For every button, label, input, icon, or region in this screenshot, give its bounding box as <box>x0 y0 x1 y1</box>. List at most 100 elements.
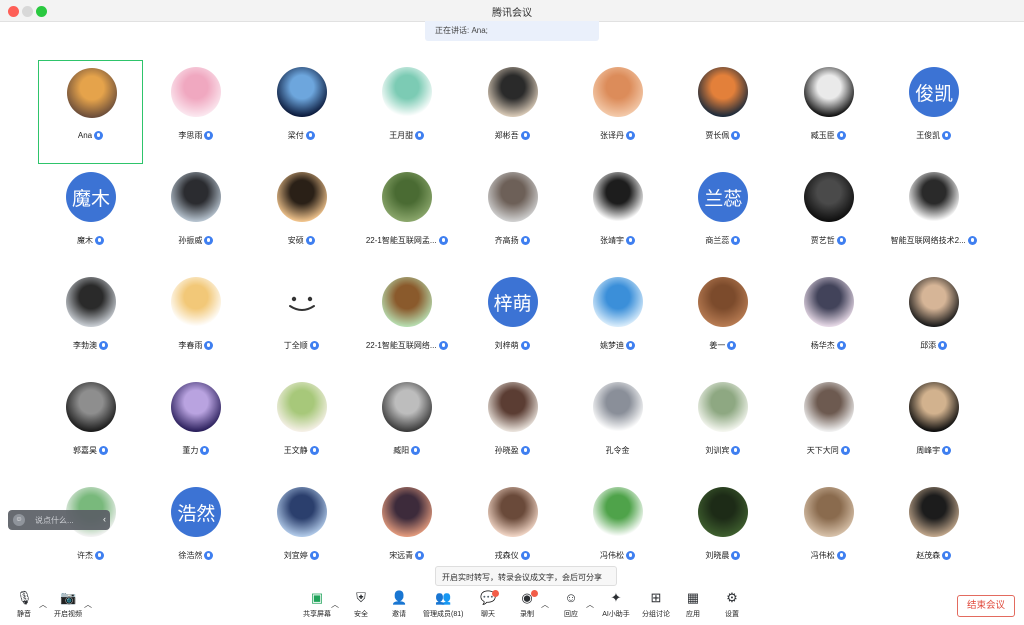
participant-avatar <box>487 172 538 222</box>
participant-name: 丁全顺 <box>283 341 308 350</box>
participant-tile[interactable]: 董力 <box>143 375 248 479</box>
manage-members-button[interactable]: 👥 管理成员(81) <box>423 590 463 619</box>
participant-name-line: 徐浩然 <box>143 550 248 561</box>
participant-tile[interactable]: Ana <box>38 60 143 164</box>
end-meeting-button[interactable]: 结束会议 <box>957 595 1015 617</box>
participant-name-line: 臧阳 <box>354 445 459 456</box>
record-options-chevron-icon[interactable]: ︿ <box>541 599 549 610</box>
mic-status-icon <box>99 341 108 350</box>
participant-avatar <box>382 277 433 327</box>
participant-avatar <box>593 487 643 537</box>
participant-avatar <box>803 67 854 117</box>
participant-tile[interactable]: 刘晓晨 <box>670 480 775 584</box>
security-button[interactable]: ⛨ 安全 <box>341 590 381 619</box>
participant-tile[interactable]: 王文静 <box>249 375 354 479</box>
participant-tile[interactable]: 姜一 <box>670 270 775 374</box>
video-options-chevron-icon[interactable]: ︿ <box>84 599 92 610</box>
participant-name: 周峰宇 <box>916 446 941 455</box>
share-options-chevron-icon[interactable]: ︿ <box>331 599 339 610</box>
invite-user-icon: 👤 <box>391 590 408 605</box>
participant-tile[interactable]: 孙振威 <box>143 165 248 269</box>
participant-name: 李思雨 <box>178 131 203 140</box>
participant-tile[interactable]: 丁全顺 <box>249 270 354 374</box>
participant-avatar <box>276 487 327 537</box>
participant-name: 贾长佩 <box>705 131 730 140</box>
participant-tile[interactable]: 俊凯 王俊凯 <box>881 60 986 164</box>
participant-name-line: 齐高扬 <box>460 235 565 246</box>
participant-name: 刘晓晨 <box>705 551 730 560</box>
mute-options-chevron-icon[interactable]: ︿ <box>39 599 47 610</box>
participant-name-line: 安硕 <box>249 235 354 246</box>
react-options-chevron-icon[interactable]: ︿ <box>586 599 594 610</box>
participant-tile[interactable]: 22-1智能互联网络... <box>354 270 459 374</box>
chat-button[interactable]: 💬 聊天 <box>468 590 508 619</box>
record-badge <box>531 590 538 597</box>
participant-tile[interactable]: 邱添 <box>881 270 986 374</box>
participant-name: 王月甜 <box>389 131 414 140</box>
settings-button[interactable]: ⚙ 设置 <box>712 590 752 619</box>
participant-tile[interactable]: 孙晓盈 <box>460 375 565 479</box>
participant-tile[interactable]: 姚梦迪 <box>565 270 670 374</box>
participant-name-line: 宋远青 <box>354 550 459 561</box>
participant-tile[interactable]: 梓萌 刘梓萌 <box>460 270 565 374</box>
mute-button[interactable]: 🎙 静音 <box>4 590 44 619</box>
participant-name-line: 王俊凯 <box>881 130 986 141</box>
participant-name-line: 刘晓晨 <box>670 550 775 561</box>
participant-tile[interactable]: 李春雨 <box>143 270 248 374</box>
participant-name: 智能互联网络技术2... <box>890 236 966 245</box>
participant-tile[interactable]: 刘宜婷 <box>249 480 354 584</box>
collapse-chevron-icon[interactable]: ‹ <box>103 514 106 524</box>
video-button[interactable]: 📷 开启视频 <box>48 590 88 619</box>
participant-name: 冯伟松 <box>810 551 835 560</box>
participant-tile[interactable]: 李勃澳 <box>38 270 143 374</box>
participant-name: 刘训宾 <box>705 446 730 455</box>
participant-tile[interactable]: 浩然 徐浩然 <box>143 480 248 584</box>
participant-name: 姚梦迪 <box>600 341 624 350</box>
participant-tile[interactable]: 刘训宾 <box>670 375 775 479</box>
participant-tile[interactable]: 冯伟松 <box>776 480 881 584</box>
participant-tile[interactable]: 贾艺哲 <box>776 165 881 269</box>
invite-button[interactable]: 👤 邀请 <box>379 590 419 619</box>
participant-avatar <box>171 67 222 117</box>
participant-avatar <box>909 172 960 222</box>
participant-tile[interactable]: 智能互联网络技术2... <box>881 165 986 269</box>
breakout-rooms-button[interactable]: ⊞ 分组讨论 <box>636 590 676 619</box>
mic-status-icon <box>204 131 214 140</box>
participant-tile[interactable]: 22-1智能互联网孟... <box>354 165 459 269</box>
mic-status-icon <box>415 131 425 140</box>
participant-tile[interactable]: 天下大同 <box>776 375 881 479</box>
participant-name: 杨华杰 <box>810 341 835 350</box>
participant-tile[interactable]: 赵茂森 <box>881 480 986 584</box>
participant-avatar <box>593 382 643 432</box>
participant-tile[interactable]: 李思雨 <box>143 60 248 164</box>
participant-tile[interactable]: 周峰宇 <box>881 375 986 479</box>
participant-tile[interactable]: 郑彬吾 <box>460 60 565 164</box>
participant-tile[interactable]: 孔令金 <box>565 375 670 479</box>
participant-tile[interactable]: 魔木 魔木 <box>38 165 143 269</box>
participant-tile[interactable]: 臧玉臣 <box>776 60 881 164</box>
participant-tile[interactable]: 贾长佩 <box>670 60 775 164</box>
mic-status-icon <box>99 446 108 455</box>
participant-name-line: 22-1智能互联网孟... <box>354 235 459 246</box>
participant-tile[interactable]: 张靖宇 <box>565 165 670 269</box>
mic-status-icon <box>626 551 635 560</box>
participant-name: 梁付 <box>287 131 304 140</box>
chat-quick-input[interactable]: ☺ 说点什么... ‹ <box>8 510 110 530</box>
participant-tile[interactable]: 兰蕊 商兰蕊 <box>670 165 775 269</box>
participant-tile[interactable]: 郭嘉昊 <box>38 375 143 479</box>
participant-avatar <box>66 382 116 432</box>
mic-status-icon <box>438 236 448 245</box>
participant-tile[interactable]: 安硕 <box>249 165 354 269</box>
participant-tile[interactable]: 许杰 <box>38 480 143 584</box>
ai-assistant-button[interactable]: ✦ AI小助手 <box>596 590 636 619</box>
react-button[interactable]: ☺ 回应 <box>551 590 591 619</box>
apps-button[interactable]: ▦ 应用 <box>673 590 713 619</box>
participant-tile[interactable]: 臧阳 <box>354 375 459 479</box>
mic-status-icon <box>942 131 952 140</box>
participant-tile[interactable]: 张译丹 <box>565 60 670 164</box>
mic-status-icon <box>836 551 846 560</box>
participant-tile[interactable]: 梁付 <box>249 60 354 164</box>
participant-tile[interactable]: 杨华杰 <box>776 270 881 374</box>
participant-tile[interactable]: 齐高扬 <box>460 165 565 269</box>
participant-tile[interactable]: 王月甜 <box>354 60 459 164</box>
